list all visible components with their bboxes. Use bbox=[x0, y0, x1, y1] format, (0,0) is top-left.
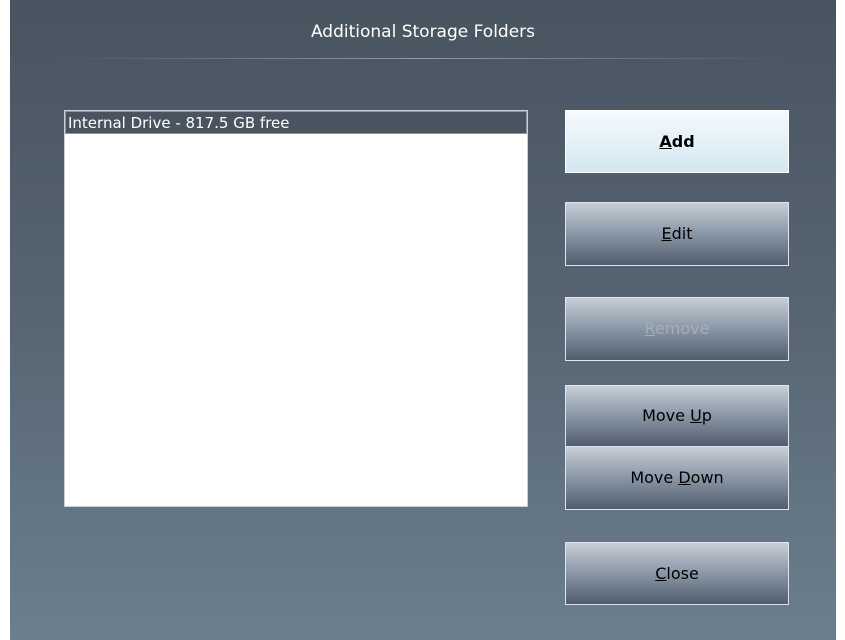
close-button-label: lose bbox=[666, 564, 699, 583]
move-down-button[interactable]: Move Down bbox=[565, 446, 789, 510]
storage-folder-list[interactable]: Internal Drive - 817.5 GB free bbox=[64, 110, 528, 507]
list-item[interactable]: Internal Drive - 817.5 GB free bbox=[65, 111, 527, 134]
move-up-button-prefix: Move bbox=[642, 406, 691, 425]
move-up-button-mnemonic: U bbox=[690, 406, 702, 425]
edit-button[interactable]: Edit bbox=[565, 202, 789, 266]
remove-button[interactable]: Remove bbox=[565, 297, 789, 361]
add-button-label: dd bbox=[671, 132, 695, 151]
move-up-button[interactable]: Move Up bbox=[565, 385, 789, 447]
add-button-mnemonic: A bbox=[659, 132, 672, 151]
move-down-button-prefix: Move bbox=[630, 468, 679, 487]
move-down-button-mnemonic: D bbox=[678, 468, 691, 487]
dialog-title: Additional Storage Folders bbox=[310, 22, 536, 42]
close-button-mnemonic: C bbox=[655, 564, 667, 583]
move-down-button-label: own bbox=[690, 468, 724, 487]
edit-button-mnemonic: E bbox=[661, 224, 672, 243]
edit-button-label: dit bbox=[671, 224, 693, 243]
close-button[interactable]: Close bbox=[565, 542, 789, 605]
move-up-button-label: p bbox=[701, 406, 712, 425]
list-item-label: Internal Drive - 817.5 GB free bbox=[68, 114, 290, 132]
add-button[interactable]: Add bbox=[565, 110, 789, 173]
remove-button-mnemonic: R bbox=[644, 319, 655, 338]
remove-button-label: emove bbox=[654, 319, 710, 338]
title-divider bbox=[60, 58, 786, 59]
storage-folders-dialog: Additional Storage Folders Internal Driv… bbox=[10, 0, 836, 640]
